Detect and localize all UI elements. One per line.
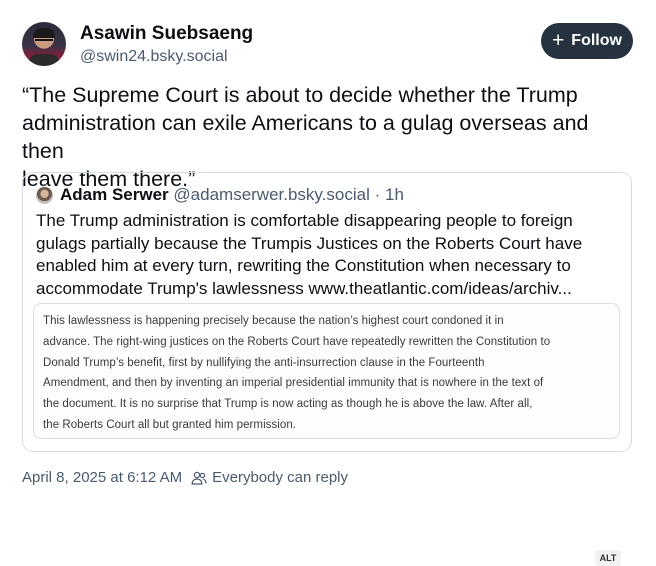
author-avatar[interactable] [22, 22, 66, 66]
follow-label: Follow [571, 32, 622, 49]
quoted-post-card[interactable]: Adam Serwer @adamserwer.bsky.social · 1h… [22, 172, 632, 566]
image-excerpt-text: This lawlessness is happening precisely … [43, 315, 551, 431]
quoted-post-time[interactable]: · 1h [375, 185, 404, 204]
post-meta: April 8, 2025 at 6:12 AM Everybody can r… [22, 469, 348, 486]
quoted-author-avatar[interactable] [36, 187, 53, 204]
reply-setting[interactable]: Everybody can reply [212, 469, 348, 486]
author-handle[interactable]: @swin24.bsky.social [80, 48, 228, 66]
follow-button[interactable]: + Follow [541, 23, 633, 59]
quoted-author-handle[interactable]: @adamserwer.bsky.social [173, 185, 369, 204]
alt-text-badge[interactable]: ALT [595, 550, 621, 566]
quoted-post-header: Adam Serwer @adamserwer.bsky.social · 1h [60, 185, 404, 205]
quoted-author-name[interactable]: Adam Serwer [60, 185, 169, 204]
author-display-name[interactable]: Asawin Suebsaeng [80, 23, 253, 45]
quoted-post-text: The Trump administration is comfortable … [36, 211, 583, 298]
plus-icon: + [552, 28, 565, 52]
post-timestamp: April 8, 2025 at 6:12 AM [22, 469, 183, 486]
quoted-post-image[interactable]: This lawlessness is happening precisely … [33, 303, 621, 566]
people-icon [191, 471, 207, 485]
